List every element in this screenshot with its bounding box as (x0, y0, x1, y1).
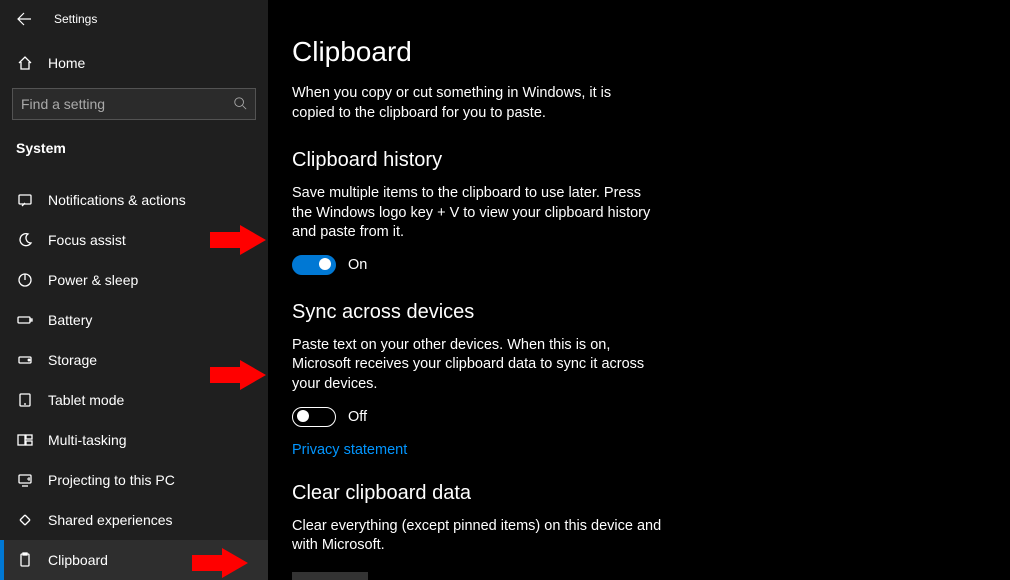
sidebar-item-multitasking[interactable]: Multi-tasking (0, 420, 268, 460)
sidebar-item-label: Notifications & actions (48, 192, 186, 208)
sync-toggle-row: Off (292, 407, 986, 427)
sidebar-item-shared-experiences[interactable]: Shared experiences (0, 500, 268, 540)
project-icon (16, 471, 34, 489)
category-label: System (0, 128, 268, 166)
history-toggle[interactable] (292, 255, 336, 275)
sidebar-item-label: Power & sleep (48, 272, 138, 288)
annotation-arrow-icon (210, 360, 266, 390)
clipboard-icon (16, 551, 34, 569)
history-section-desc: Save multiple items to the clipboard to … (292, 184, 662, 243)
sync-toggle[interactable] (292, 407, 336, 427)
annotation-arrow-icon (192, 548, 248, 578)
sidebar-item-battery[interactable]: Battery (0, 300, 268, 340)
sidebar-item-label: Storage (48, 352, 97, 368)
home-label: Home (48, 55, 85, 71)
moon-icon (16, 231, 34, 249)
main-content: Clipboard When you copy or cut something… (268, 0, 1010, 580)
multitask-icon (16, 431, 34, 449)
sidebar-item-label: Clipboard (48, 552, 108, 568)
sidebar-item-label: Battery (48, 312, 92, 328)
sidebar-item-label: Tablet mode (48, 392, 124, 408)
sidebar-item-notifications[interactable]: Notifications & actions (0, 180, 268, 220)
search-icon (233, 96, 247, 113)
page-intro: When you copy or cut something in Window… (292, 84, 652, 123)
sync-section-title: Sync across devices (292, 301, 986, 324)
tablet-icon (16, 391, 34, 409)
clear-section-desc: Clear everything (except pinned items) o… (292, 517, 662, 556)
share-icon (16, 511, 34, 529)
power-icon (16, 271, 34, 289)
sidebar: Settings Home System Notifications & act… (0, 0, 268, 580)
page-title: Clipboard (292, 36, 986, 68)
annotation-arrow-icon (210, 225, 266, 255)
battery-icon (16, 311, 34, 329)
history-toggle-label: On (348, 257, 367, 273)
storage-icon (16, 351, 34, 369)
clear-section-title: Clear clipboard data (292, 482, 986, 505)
search-input[interactable] (21, 96, 233, 112)
search-container (0, 82, 268, 128)
sync-section-desc: Paste text on your other devices. When t… (292, 336, 662, 395)
sidebar-item-projecting[interactable]: Projecting to this PC (0, 460, 268, 500)
clear-button[interactable]: Clear (292, 572, 368, 580)
history-toggle-row: On (292, 255, 986, 275)
sidebar-item-power-sleep[interactable]: Power & sleep (0, 260, 268, 300)
privacy-link[interactable]: Privacy statement (292, 442, 407, 458)
sync-toggle-label: Off (348, 409, 367, 425)
window-title: Settings (54, 12, 97, 26)
sidebar-item-label: Projecting to this PC (48, 472, 175, 488)
home-nav[interactable]: Home (0, 44, 268, 82)
home-icon (16, 54, 34, 72)
sidebar-item-label: Multi-tasking (48, 432, 127, 448)
back-button[interactable] (14, 9, 34, 29)
sidebar-item-label: Shared experiences (48, 512, 173, 528)
search-box[interactable] (12, 88, 256, 120)
sidebar-item-label: Focus assist (48, 232, 126, 248)
title-bar: Settings (0, 0, 268, 38)
notification-icon (16, 191, 34, 209)
history-section-title: Clipboard history (292, 149, 986, 172)
